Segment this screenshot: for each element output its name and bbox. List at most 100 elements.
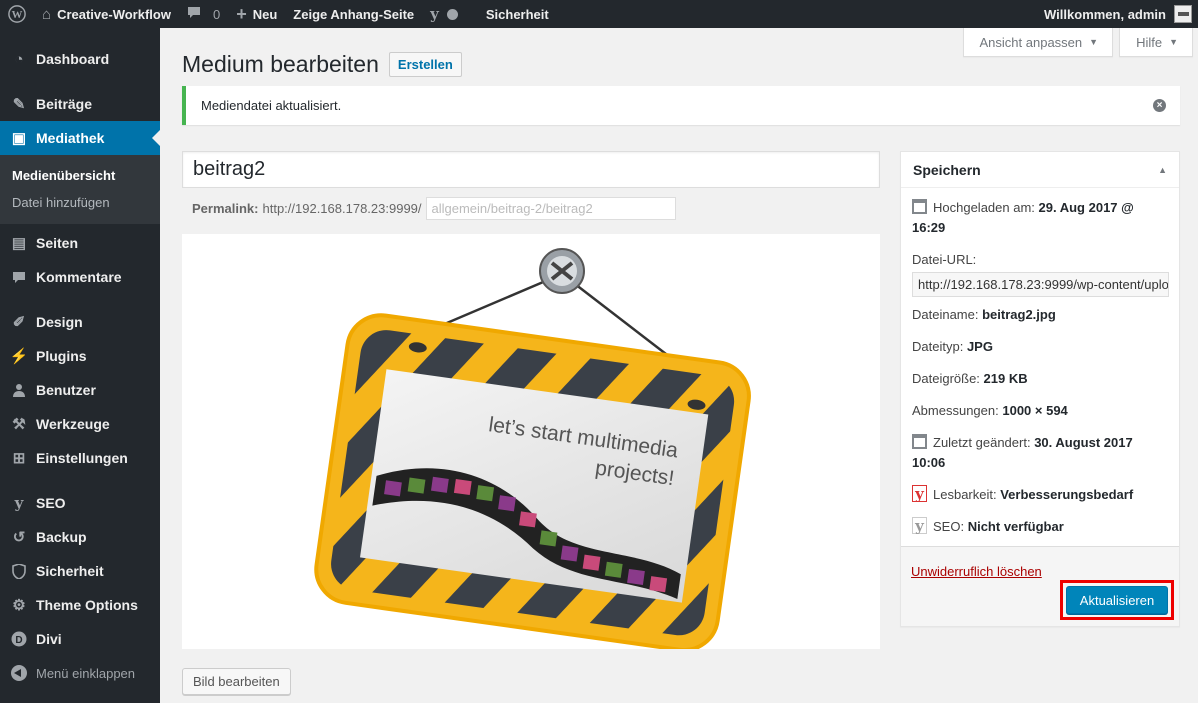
sidebar-item-label: Mediathek [36, 130, 105, 146]
readability-value: Verbesserungsbedarf [1000, 487, 1134, 502]
edit-image-button[interactable]: Bild bearbeiten [182, 668, 291, 695]
calendar-icon [912, 434, 927, 449]
new-label: Neu [252, 6, 278, 22]
file-url-label: Datei-URL: [912, 252, 977, 267]
filename-label: Dateiname: [912, 307, 979, 322]
sidebar-item-tools[interactable]: ⚒ Werkzeuge [0, 407, 160, 441]
save-box: Speichern ▲ Hochgeladen am: 29. Aug 2017… [900, 151, 1180, 627]
collapse-menu-button[interactable]: Menü einklappen [0, 656, 160, 690]
collapse-arrow-icon[interactable]: ▲ [1158, 165, 1167, 175]
sidebar-item-label: Seiten [36, 235, 79, 251]
yoast-readability-icon: y [912, 485, 927, 503]
users-icon [9, 383, 29, 397]
file-url-row: Datei-URL: http://192.168.178.23:9999/wp… [912, 250, 1169, 297]
filesize-row: Dateigröße: 219 KB [912, 369, 1169, 389]
sidebar-item-label: SEO [36, 495, 66, 511]
site-name-link[interactable]: ⌂ Creative-Workflow [34, 0, 179, 28]
seo-status-dot-icon [446, 8, 458, 20]
site-name-label: Creative-Workflow [57, 6, 171, 22]
submenu-item-library[interactable]: Medienübersicht [0, 162, 160, 189]
sidebar-item-dashboard[interactable]: ◔ Dashboard [0, 42, 160, 76]
add-new-button[interactable]: Erstellen [388, 52, 462, 77]
help-button[interactable]: Hilfe ▼ [1119, 28, 1193, 57]
sidebar-item-posts[interactable]: ✎ Beiträge [0, 87, 160, 121]
attachment-image: let’s start multimedia projects! [182, 234, 880, 653]
permalink-row: Permalink: http://192.168.178.23:9999/ a… [192, 197, 676, 220]
sidebar-item-settings[interactable]: ⊞ Einstellungen [0, 441, 160, 475]
media-icon: ▣ [11, 130, 27, 147]
welcome-label: Willkommen, admin [1044, 6, 1166, 22]
sidebar-item-theme-options[interactable]: ⚙ Theme Options [0, 588, 160, 622]
sidebar-item-users[interactable]: Benutzer [0, 373, 160, 407]
major-publishing-actions: Unwiderruflich löschen Aktualisieren [901, 546, 1179, 626]
yoast-icon: y [14, 494, 24, 512]
sidebar-item-pages[interactable]: ▤ Seiten [0, 226, 160, 260]
permalink-label: Permalink: [192, 201, 259, 216]
view-attachment-label: Zeige Anhang-Seite [293, 6, 415, 22]
my-account-menu[interactable]: Willkommen, admin [1036, 0, 1198, 28]
seo-label: SEO: [933, 519, 965, 534]
save-box-header[interactable]: Speichern ▲ [901, 152, 1179, 188]
new-content-link[interactable]: + Neu [228, 0, 285, 28]
page-heading: Medium bearbeiten Erstellen [182, 51, 462, 78]
sidebar-item-label: Beiträge [36, 96, 93, 112]
modified-row: Zuletzt geändert: 30. August 2017 10:06 [912, 433, 1169, 473]
comments-count: 0 [212, 6, 221, 22]
collapse-menu-label: Menü einklappen [36, 665, 136, 681]
update-notice: Mediendatei aktualisiert. × [182, 86, 1180, 125]
security-menu[interactable]: Sicherheit [478, 0, 557, 28]
sidebar-item-divi[interactable]: D Divi [0, 622, 160, 656]
sidebar-item-comments[interactable]: Kommentare [0, 260, 160, 294]
permalink-slug-field[interactable]: allgemein/beitrag-2/beitrag2 [425, 197, 676, 220]
screen-options-label: Ansicht anpassen [979, 34, 1083, 50]
pin-icon: ✎ [12, 96, 26, 113]
sidebar-item-label: Plugins [36, 348, 87, 364]
delete-permanently-link[interactable]: Unwiderruflich löschen [911, 564, 1042, 579]
sidebar-item-design[interactable]: ✐ Design [0, 305, 160, 339]
title-input[interactable]: beitrag2 [182, 151, 880, 188]
calendar-icon [912, 199, 927, 214]
admin-bar: W ⌂ Creative-Workflow 0 + Neu Zeige Anha… [0, 0, 1198, 28]
gear-icon: ⚙ [12, 597, 26, 614]
filesize-value: 219 KB [983, 371, 1028, 386]
submenu-item-add-file[interactable]: Datei hinzufügen [0, 189, 160, 216]
sidebar-item-label: Design [36, 314, 83, 330]
sidebar-item-plugins[interactable]: ⚡ Plugins [0, 339, 160, 373]
sidebar-item-seo[interactable]: y SEO [0, 486, 160, 520]
dismiss-icon[interactable]: × [1153, 99, 1166, 112]
home-icon: ⌂ [42, 5, 52, 23]
view-attachment-link[interactable]: Zeige Anhang-Seite [285, 0, 422, 28]
sidebar-item-security[interactable]: Sicherheit [0, 554, 160, 588]
file-url-field[interactable]: http://192.168.178.23:9999/wp-content/up… [912, 272, 1169, 297]
yoast-icon: y [430, 5, 439, 23]
shield-icon [9, 563, 29, 579]
filetype-value: JPG [966, 339, 993, 354]
uploaded-label: Hochgeladen am: [933, 200, 1035, 215]
screen-options-button[interactable]: Ansicht anpassen ▼ [962, 28, 1114, 57]
filesize-label: Dateigröße: [912, 371, 980, 386]
sidebar-item-label: Benutzer [36, 382, 96, 398]
brush-icon: ✐ [12, 314, 26, 331]
pages-icon: ▤ [11, 235, 27, 252]
comments-link[interactable]: 0 [179, 0, 228, 28]
save-box-title: Speichern [913, 161, 981, 178]
yoast-seo-icon: y [912, 517, 927, 535]
sidebar-item-backup[interactable]: ↺ Backup [0, 520, 160, 554]
help-label: Hilfe [1136, 34, 1163, 50]
multimedia-sign-image: let’s start multimedia projects! [314, 248, 751, 653]
caret-down-icon: ▼ [1169, 37, 1178, 47]
backup-icon: ↺ [12, 529, 26, 546]
sidebar-item-media[interactable]: ▣ Mediathek [0, 121, 160, 155]
comment-bubble-icon [187, 6, 201, 23]
permalink-base: http://192.168.178.23:9999/ [262, 201, 422, 216]
wordpress-logo-icon[interactable]: W [0, 0, 34, 28]
tools-icon: ⚒ [12, 416, 26, 433]
screen-meta-links: Ansicht anpassen ▼ Hilfe ▼ [962, 28, 1198, 57]
update-button[interactable]: Aktualisieren [1066, 586, 1168, 614]
dimensions-label: Abmessungen: [912, 403, 999, 418]
caret-down-icon: ▼ [1089, 37, 1099, 47]
sidebar-item-label: Dashboard [36, 51, 110, 67]
yoast-seo-menu[interactable]: y [422, 0, 466, 28]
comments-icon [9, 271, 29, 284]
page-title: Medium bearbeiten [182, 51, 379, 77]
